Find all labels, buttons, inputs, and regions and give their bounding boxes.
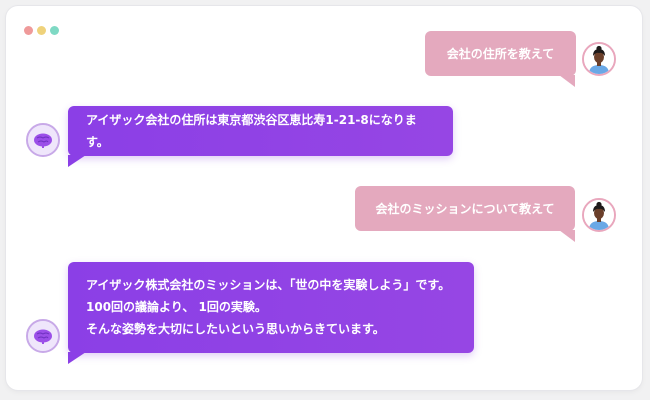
bubble-tail — [559, 230, 575, 242]
user-message-text: 会社の住所を教えて — [446, 46, 555, 61]
chat-window: 会社の住所を教えて アイザック会社の住所は東京都渋谷区恵比寿1-21-8になりま… — [6, 6, 642, 390]
bot-message-bubble: アイザック株式会社のミッションは、「世の中を実験しよう」です。 100回の議論よ… — [68, 262, 474, 353]
user-avatar-icon — [582, 42, 616, 76]
bot-message-text: アイザック会社の住所は東京都渋谷区恵比寿1-21-8になります。 — [86, 113, 417, 149]
user-message-bubble: 会社のミッションについて教えて — [355, 186, 575, 231]
user-message-bubble: 会社の住所を教えて — [425, 31, 576, 76]
bot-message-line: アイザック株式会社のミッションは、「世の中を実験しよう」です。 — [86, 278, 451, 292]
bot-message-line: そんな姿勢を大切にしたいという思いからきています。 — [86, 322, 385, 336]
window-maximize-dot[interactable] — [50, 26, 59, 35]
window-minimize-dot[interactable] — [37, 26, 46, 35]
user-message-text: 会社のミッションについて教えて — [375, 201, 555, 216]
bot-message-bubble: アイザック会社の住所は東京都渋谷区恵比寿1-21-8になります。 — [68, 106, 453, 156]
window-close-dot[interactable] — [24, 26, 33, 35]
bot-message-line: 100回の議論より、 1回の実験。 — [86, 300, 267, 314]
user-avatar-icon — [582, 198, 616, 232]
bubble-tail — [68, 352, 86, 364]
bubble-tail — [68, 155, 86, 167]
bot-brain-avatar-icon — [26, 319, 60, 353]
bubble-tail — [559, 75, 575, 87]
bot-brain-avatar-icon — [26, 123, 60, 157]
